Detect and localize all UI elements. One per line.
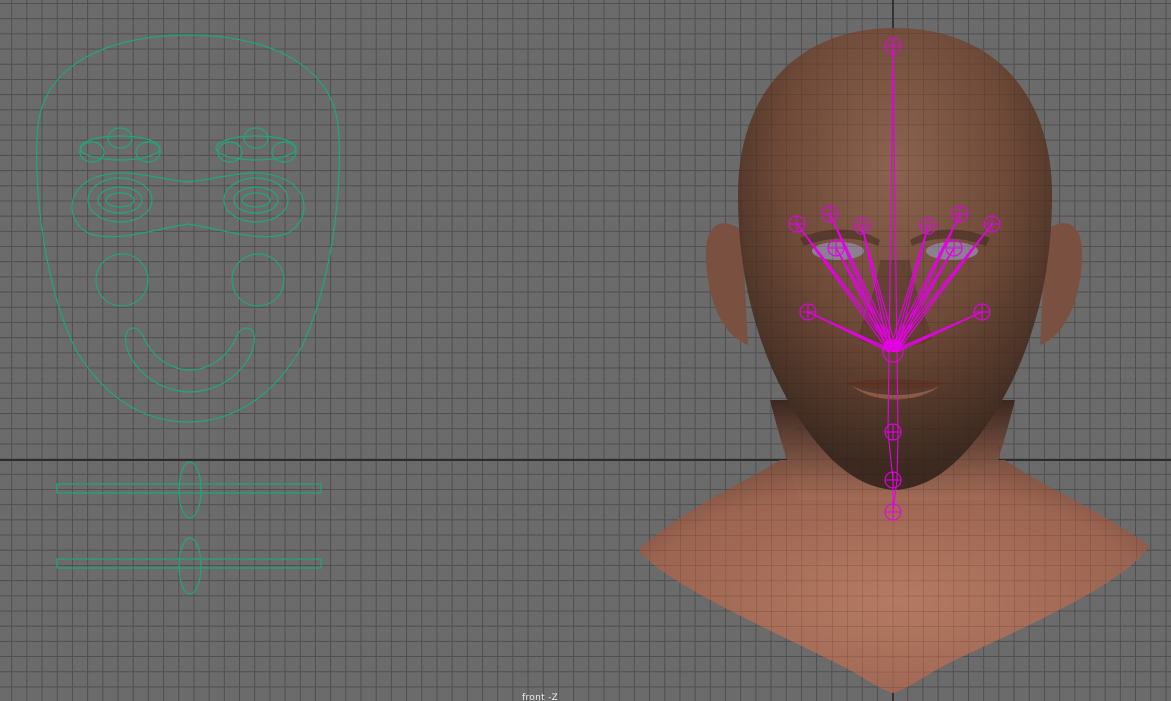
eye-band-curve[interactable] bbox=[71, 172, 305, 238]
camera-label: front -Z bbox=[522, 693, 559, 701]
slider-2[interactable] bbox=[56, 537, 322, 595]
face-control-board[interactable] bbox=[36, 34, 340, 595]
right-cheek-control[interactable] bbox=[231, 253, 285, 307]
right-eye-controls[interactable] bbox=[223, 177, 289, 223]
right-brow-controls[interactable] bbox=[215, 127, 297, 163]
left-eye-controls[interactable] bbox=[87, 177, 153, 223]
mouth-control-curve[interactable] bbox=[125, 327, 255, 393]
slider-1[interactable] bbox=[56, 461, 322, 519]
maya-front-viewport[interactable]: front -Z bbox=[0, 0, 1171, 701]
left-cheek-control[interactable] bbox=[95, 253, 149, 307]
left-brow-controls[interactable] bbox=[79, 127, 161, 163]
scene-canvas[interactable] bbox=[0, 0, 1171, 701]
